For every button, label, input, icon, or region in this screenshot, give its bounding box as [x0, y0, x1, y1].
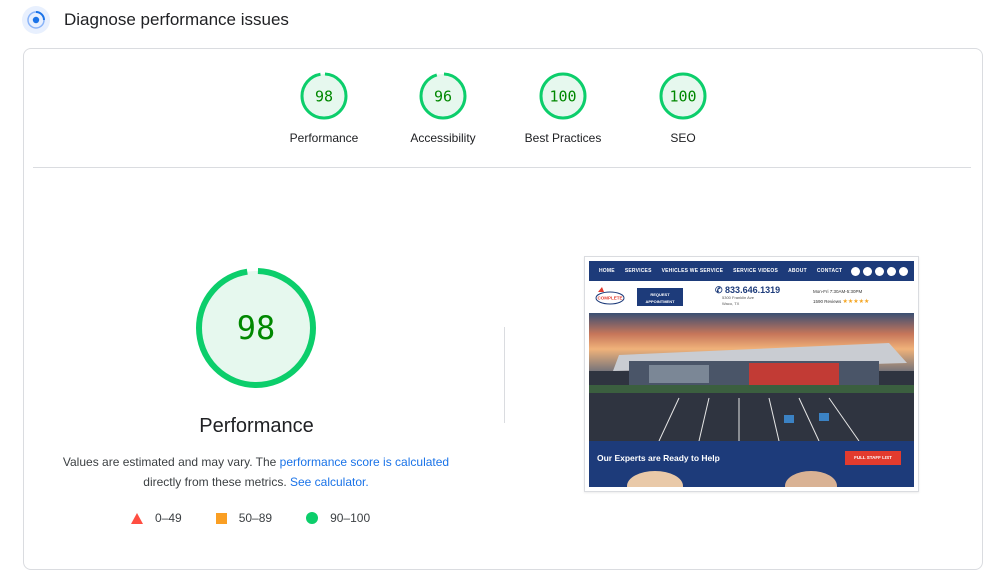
- gauge-best-practices-label: Best Practices: [524, 131, 602, 145]
- section-header: Diagnose performance issues: [22, 6, 289, 34]
- legend-item-pass: 90–100: [306, 511, 370, 525]
- staff-photo: [785, 471, 837, 487]
- site-banner-title: Our Experts are Ready to Help: [597, 453, 720, 463]
- social-icons: [851, 266, 908, 276]
- gauge-best-practices[interactable]: 100 Best Practices: [508, 71, 618, 145]
- site-hours: Mon-Fri 7:30AM-5:30PM 1590 Reviews ★★★★★: [813, 289, 870, 305]
- main-performance-gauge: 98: [196, 268, 316, 388]
- performance-score-link[interactable]: performance score is calculated: [280, 455, 449, 469]
- legend-item-fail: 0–49: [131, 511, 182, 525]
- description-text-2: directly from these metrics.: [143, 475, 290, 489]
- site-logo: COMPLETE: [595, 286, 625, 306]
- square-icon: [215, 512, 227, 524]
- lighthouse-icon: [22, 6, 50, 34]
- vertical-divider: [504, 327, 505, 423]
- site-nav-item: SERVICES: [624, 268, 652, 274]
- circle-icon: [306, 512, 319, 524]
- site-nav-item: CONTACT: [816, 268, 843, 274]
- request-appointment-button: REQUEST APPOINTMENT: [637, 288, 683, 306]
- section-title: Diagnose performance issues: [64, 10, 289, 29]
- report-card: 98 Performance 96 Accessibility 100 Best…: [23, 48, 983, 570]
- gauge-seo-ring: 100: [659, 72, 707, 120]
- main-performance-score: 98: [237, 309, 276, 347]
- legend-item-average: 50–89: [215, 511, 273, 525]
- legend-range-fail: 0–49: [155, 511, 182, 525]
- legend-range-pass: 90–100: [330, 511, 371, 525]
- score-description: Values are estimated and may vary. The p…: [54, 452, 458, 492]
- site-nav: HOME SERVICES VEHICLES WE SERVICE SERVIC…: [589, 261, 914, 281]
- gauge-seo[interactable]: 100 SEO: [628, 71, 738, 145]
- full-staff-list-button: FULL STAFF LIST: [845, 451, 901, 465]
- score-legend: 0–49 50–89 90–100: [131, 511, 404, 525]
- site-nav-item: SERVICE VIDEOS: [733, 268, 779, 274]
- star-rating-icon: ★★★★★: [842, 299, 870, 305]
- gauge-best-practices-score: 100: [549, 88, 576, 106]
- staff-photo: [627, 471, 683, 487]
- instagram-icon: [875, 266, 884, 276]
- see-calculator-link[interactable]: See calculator.: [290, 475, 369, 489]
- facebook-icon: [863, 266, 872, 276]
- gauge-seo-label: SEO: [670, 131, 696, 145]
- google-icon: [851, 266, 860, 276]
- main-performance-title: Performance: [199, 415, 314, 437]
- yelp-icon: [899, 266, 908, 276]
- site-nav-item: HOME: [599, 268, 615, 274]
- site-nav-item: VEHICLES WE SERVICE: [661, 268, 724, 274]
- twitter-icon: [887, 266, 896, 276]
- gauge-seo-score: 100: [669, 88, 696, 106]
- site-phone-number: 833.646.1319: [725, 285, 781, 295]
- gauge-best-practices-ring: 100: [539, 72, 587, 120]
- site-topbar: COMPLETE REQUEST APPOINTMENT ✆ 833.646.1…: [589, 281, 914, 313]
- site-address: 5300 Franklin Ave Waco, TX: [722, 295, 754, 306]
- site-banner: Our Experts are Ready to Help FULL STAFF…: [589, 441, 914, 487]
- legend-range-average: 50–89: [238, 511, 273, 525]
- final-screenshot[interactable]: HOME SERVICES VEHICLES WE SERVICE SERVIC…: [584, 256, 919, 492]
- hero-image: [589, 313, 914, 441]
- site-nav-item: ABOUT: [788, 268, 807, 274]
- description-text: Values are estimated and may vary. The: [62, 455, 280, 469]
- svg-text:COMPLETE: COMPLETE: [597, 296, 622, 301]
- website-preview: HOME SERVICES VEHICLES WE SERVICE SERVIC…: [589, 261, 914, 487]
- triangle-icon: [131, 512, 143, 524]
